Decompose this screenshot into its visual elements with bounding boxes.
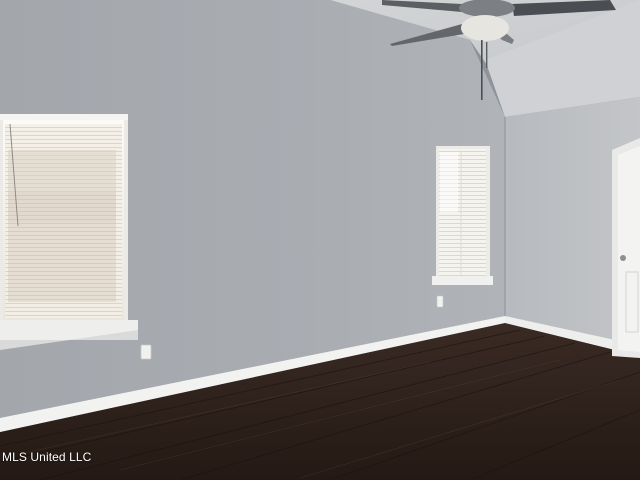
fan-pull-chain — [481, 40, 483, 100]
door — [612, 138, 640, 358]
door-knob — [620, 255, 626, 261]
room-photo: MLS United LLC — [0, 0, 640, 480]
watermark: MLS United LLC — [2, 450, 92, 464]
room-illustration — [0, 0, 640, 480]
fan-light — [461, 15, 509, 41]
window-right — [432, 146, 493, 285]
outlet-right — [436, 295, 444, 308]
window-sill-right — [432, 276, 493, 285]
outlet-left — [140, 344, 152, 360]
window-left — [0, 114, 138, 350]
